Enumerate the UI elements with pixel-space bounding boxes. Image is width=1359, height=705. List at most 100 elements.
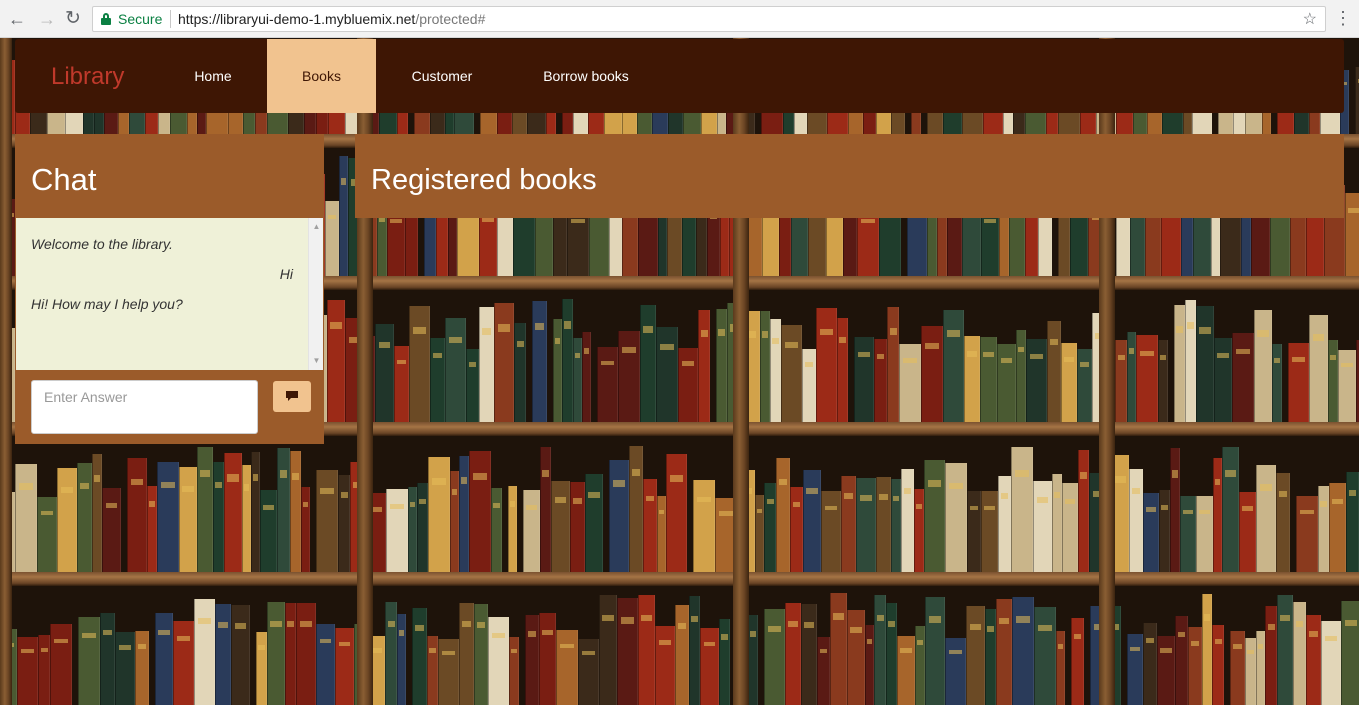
- book-spine: [618, 331, 640, 422]
- book-spine: [802, 349, 816, 422]
- book-spine: [213, 462, 224, 572]
- book-spine: [1272, 344, 1282, 422]
- book-spine: [50, 624, 72, 705]
- book-spine: [1174, 305, 1185, 422]
- answer-input[interactable]: [31, 380, 258, 434]
- book-spine: [397, 614, 406, 705]
- book-spine: [417, 483, 428, 572]
- book-spine: [197, 447, 213, 572]
- book-spine: [719, 619, 730, 705]
- book-spine: [1136, 335, 1158, 422]
- book-spine: [856, 478, 876, 572]
- book-spine: [700, 628, 719, 705]
- scroll-up-icon[interactable]: ▲: [309, 220, 324, 234]
- book-spine: [445, 318, 466, 422]
- book-spine: [290, 451, 301, 572]
- book-spine: [1143, 623, 1157, 705]
- book-spine: [997, 344, 1016, 422]
- url-text[interactable]: https://libraryui-demo-1.mybluemix.net/p…: [178, 11, 485, 27]
- book-spine: [748, 615, 758, 705]
- book-spine: [966, 606, 985, 705]
- book-spine: [469, 451, 491, 572]
- chat-message-bot: Welcome to the library.: [31, 236, 173, 252]
- book-spine: [886, 603, 897, 705]
- book-spine: [1329, 483, 1346, 572]
- book-spine: [1318, 486, 1329, 572]
- book-spine: [173, 621, 194, 705]
- book-spine: [157, 462, 179, 572]
- book-spine: [1159, 490, 1170, 572]
- book-spine: [438, 639, 459, 705]
- book-spine: [781, 325, 802, 422]
- book-spine: [675, 605, 689, 705]
- book-spine: [1047, 321, 1061, 422]
- send-button[interactable]: [273, 381, 311, 412]
- book-spine: [964, 336, 980, 422]
- book-spine: [1196, 496, 1213, 572]
- chat-scrollbar[interactable]: ▲ ▼: [308, 218, 323, 370]
- book-spine: [430, 338, 445, 422]
- forward-icon[interactable]: →: [36, 8, 58, 30]
- book-spine: [77, 463, 92, 572]
- book-spine: [629, 446, 643, 572]
- book-spine: [1129, 469, 1143, 572]
- book-spine: [887, 307, 899, 422]
- nav-item-borrow-books[interactable]: Borrow books: [525, 39, 647, 113]
- book-spine: [251, 452, 260, 572]
- star-icon[interactable]: ☆: [1303, 9, 1317, 29]
- book-spine: [897, 636, 915, 705]
- book-spine: [597, 347, 618, 422]
- book-spine: [1170, 448, 1180, 572]
- book-spine: [1115, 340, 1127, 422]
- book-spine: [466, 349, 479, 422]
- secure-label: Secure: [118, 11, 163, 27]
- book-spine: [1185, 300, 1196, 422]
- book-spine: [78, 617, 100, 705]
- book-spine: [1016, 330, 1026, 422]
- book-spine: [854, 337, 874, 422]
- book-spine: [553, 319, 562, 422]
- book-spine: [1256, 465, 1276, 572]
- book-spine: [914, 489, 924, 572]
- book-spine: [1034, 607, 1056, 705]
- book-spine: [841, 476, 856, 572]
- book-spine: [1245, 638, 1256, 705]
- book-spine: [427, 636, 438, 705]
- book-spine: [1355, 67, 1359, 134]
- book-spine: [242, 465, 251, 572]
- book-spine: [876, 477, 891, 572]
- book-spine: [408, 487, 417, 572]
- book-spine: [764, 483, 776, 572]
- scroll-down-icon[interactable]: ▼: [309, 354, 324, 368]
- menu-icon[interactable]: ⋮: [1334, 8, 1352, 30]
- book-spine: [1222, 447, 1239, 572]
- book-spine: [488, 617, 509, 705]
- reload-icon[interactable]: ↻: [62, 8, 84, 30]
- book-spine: [1328, 340, 1338, 422]
- book-spine: [1296, 496, 1318, 572]
- book-spine: [1127, 332, 1136, 422]
- book-spine: [925, 597, 945, 705]
- book-spine: [540, 447, 551, 572]
- book-spine: [1288, 343, 1309, 422]
- nav-item-customer[interactable]: Customer: [395, 39, 489, 113]
- book-spine: [945, 638, 966, 705]
- book-spine: [102, 488, 121, 572]
- book-spine: [428, 457, 450, 572]
- book-spine: [1143, 493, 1159, 572]
- book-spine: [764, 609, 785, 705]
- book-spine: [967, 491, 981, 572]
- back-icon[interactable]: ←: [6, 8, 28, 30]
- book-spine: [874, 339, 887, 422]
- nav-item-books[interactable]: Books: [267, 39, 376, 113]
- brand-logo[interactable]: Library: [51, 63, 124, 91]
- book-spine: [301, 487, 310, 572]
- address-bar[interactable]: Secure https://libraryui-demo-1.mybluemi…: [92, 6, 1326, 32]
- book-spine: [1277, 595, 1293, 705]
- book-spine: [147, 486, 157, 572]
- book-spine: [585, 474, 603, 572]
- nav-item-home[interactable]: Home: [175, 39, 251, 113]
- chat-message-bot: Hi! How may I help you?: [31, 296, 183, 312]
- chat-messages[interactable]: Welcome to the library. Hi Hi! How may I…: [16, 218, 323, 370]
- book-spine: [901, 469, 914, 572]
